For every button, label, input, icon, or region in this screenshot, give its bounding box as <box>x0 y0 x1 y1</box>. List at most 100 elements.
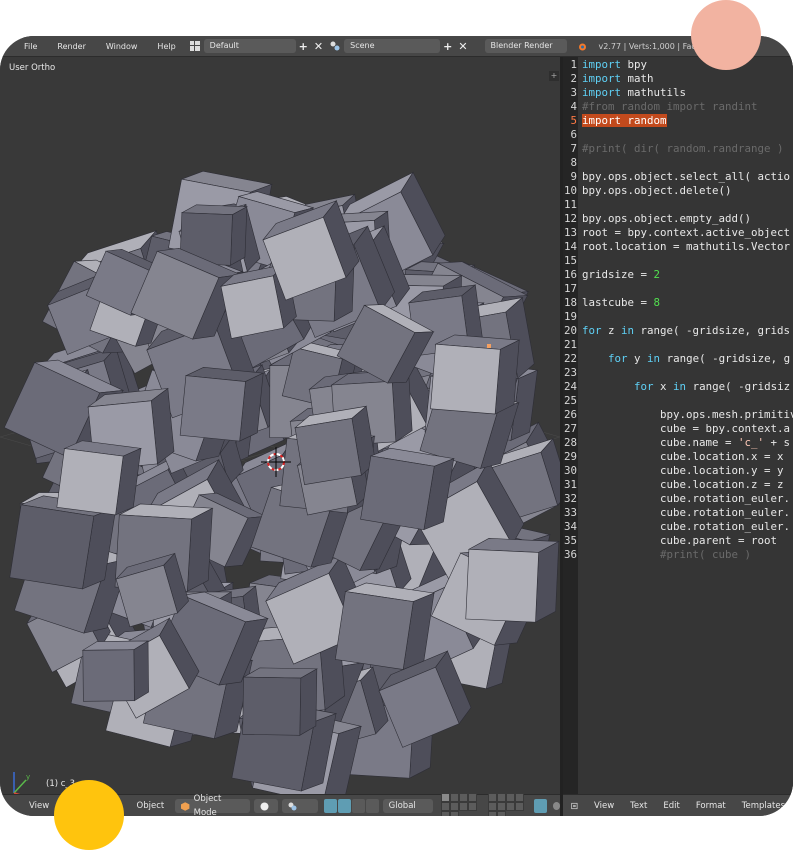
layer-18[interactable] <box>514 801 524 811</box>
layer-10[interactable] <box>450 810 460 816</box>
menu-view-text[interactable]: View <box>586 801 622 811</box>
layer-15[interactable] <box>487 801 497 811</box>
code-line[interactable]: root.location = mathutils.Vector <box>582 240 790 254</box>
menu-file[interactable]: File <box>14 42 47 51</box>
code-line[interactable]: lastcube = 8 <box>582 296 660 310</box>
layer-12[interactable] <box>496 792 506 802</box>
layer-1[interactable] <box>441 792 451 802</box>
code-token: lastcube = <box>582 296 654 309</box>
translate-tool[interactable] <box>338 799 351 813</box>
code-line[interactable]: import math <box>582 72 654 86</box>
code-line[interactable]: cube.location.x = x <box>582 450 784 464</box>
cube-mesh[interactable] <box>81 640 150 702</box>
layer-13[interactable] <box>505 792 515 802</box>
cube-mesh[interactable] <box>430 333 521 415</box>
menu-text[interactable]: Text <box>622 801 655 811</box>
line-number: 34 <box>563 520 577 533</box>
scene-field[interactable]: Scene <box>344 39 441 53</box>
code-line[interactable]: bpy.ops.object.select_all( actio <box>582 170 790 184</box>
toggle-properties-icon[interactable]: + <box>549 71 559 81</box>
layer-buttons[interactable] <box>441 792 481 816</box>
code-line[interactable]: import random <box>582 114 667 128</box>
layer-17[interactable] <box>505 801 515 811</box>
layer-8[interactable] <box>468 801 478 811</box>
cube-cluster[interactable]: y x <box>0 57 560 794</box>
code-line[interactable]: cube.rotation_euler. <box>582 506 790 520</box>
line-number: 30 <box>563 464 577 477</box>
add-scene-icon[interactable]: + <box>443 40 452 53</box>
cube-mesh[interactable] <box>179 366 265 443</box>
layer-14[interactable] <box>514 792 524 802</box>
cube-mesh[interactable] <box>56 439 143 517</box>
code-line[interactable]: #print( cube ) <box>582 548 751 562</box>
code-line[interactable]: for z in range( -gridsize, grids <box>582 324 790 338</box>
screen-layout-field[interactable]: Default <box>203 39 296 53</box>
code-line[interactable]: bpy.ops.mesh.primitiv <box>582 408 793 422</box>
layer-20[interactable] <box>496 810 506 816</box>
remove-screen-icon[interactable]: ✕ <box>314 40 323 53</box>
menu-render[interactable]: Render <box>47 42 95 51</box>
code-line[interactable]: root = bpy.context.active_object <box>582 226 790 240</box>
mode-dropdown[interactable]: Object Mode <box>175 794 250 816</box>
render-engine-dropdown[interactable]: Blender Render <box>484 39 567 53</box>
pivot-dropdown[interactable] <box>282 799 319 813</box>
scale-tool[interactable] <box>365 799 379 813</box>
code-line[interactable]: #from random import randint <box>582 100 758 114</box>
code-line[interactable]: gridsize = 2 <box>582 268 660 282</box>
layer-16[interactable] <box>496 801 506 811</box>
cube-mesh[interactable] <box>360 445 455 532</box>
layer-buttons-2[interactable] <box>487 792 528 816</box>
code-line[interactable]: for y in range( -gridsize, g <box>582 352 790 366</box>
orientation-dropdown[interactable]: Global <box>382 799 434 813</box>
layer-5[interactable] <box>441 801 451 811</box>
line-number: 9 <box>570 170 577 183</box>
cube-mesh[interactable] <box>242 667 318 736</box>
code-line[interactable]: import bpy <box>582 58 647 72</box>
menu-window[interactable]: Window <box>96 42 148 51</box>
code-line[interactable]: cube.parent = root <box>582 534 777 548</box>
cube-face <box>9 504 95 590</box>
layer-9[interactable] <box>441 810 451 816</box>
cube-mesh[interactable] <box>465 537 560 623</box>
record-icon[interactable] <box>552 802 561 810</box>
menu-view[interactable]: View <box>22 801 56 811</box>
code-line[interactable]: bpy.ops.object.empty_add() <box>582 212 751 226</box>
code-line[interactable]: cube.location.z = z <box>582 478 784 492</box>
menu-format[interactable]: Format <box>688 801 734 811</box>
code-line[interactable]: cube.rotation_euler. <box>582 520 790 534</box>
layer-4[interactable] <box>468 792 478 802</box>
layer-6[interactable] <box>450 801 460 811</box>
cube-face <box>535 541 560 623</box>
scene-icon[interactable] <box>330 41 340 51</box>
code-line[interactable]: #print( dir( random.randrange ) <box>582 142 784 156</box>
line-number: 33 <box>563 506 577 519</box>
code-line[interactable]: import mathutils <box>582 86 686 100</box>
code-line[interactable]: cube.name = 'c_' + s <box>582 436 790 450</box>
manipulator-toggle[interactable] <box>324 799 338 813</box>
code-line[interactable]: bpy.ops.object.delete() <box>582 184 732 198</box>
3d-viewport[interactable]: y x User Ortho (1) c_3 + <box>0 57 560 794</box>
add-screen-icon[interactable]: + <box>299 40 308 53</box>
layer-2[interactable] <box>450 792 460 802</box>
code-line[interactable]: cube = bpy.context.a <box>582 422 790 436</box>
layer-11[interactable] <box>487 792 497 802</box>
code-line[interactable]: for x in range( -gridsiz <box>582 380 790 394</box>
cube-mesh[interactable] <box>334 580 436 672</box>
menu-help[interactable]: Help <box>147 42 185 51</box>
menu-object[interactable]: Object <box>130 801 172 811</box>
menu-templates[interactable]: Templates <box>734 801 793 811</box>
editor-type-icon[interactable] <box>571 801 578 811</box>
render-preview-icon[interactable] <box>533 799 547 813</box>
screen-layout-icon[interactable] <box>189 41 200 51</box>
text-editor[interactable]: 1 import bpy 2 import math 3 import mathutils… <box>563 57 793 794</box>
menu-edit[interactable]: Edit <box>655 801 687 811</box>
layer-7[interactable] <box>459 801 469 811</box>
shading-dropdown[interactable] <box>253 799 279 813</box>
layer-3[interactable] <box>459 792 469 802</box>
code-line[interactable]: cube.rotation_euler. <box>582 492 790 506</box>
layer-19[interactable] <box>487 810 497 816</box>
rotate-tool[interactable] <box>351 799 365 813</box>
code-line[interactable]: cube.location.y = y <box>582 464 784 478</box>
screen-layout-name: Default <box>209 41 239 50</box>
remove-scene-icon[interactable]: ✕ <box>458 40 467 53</box>
